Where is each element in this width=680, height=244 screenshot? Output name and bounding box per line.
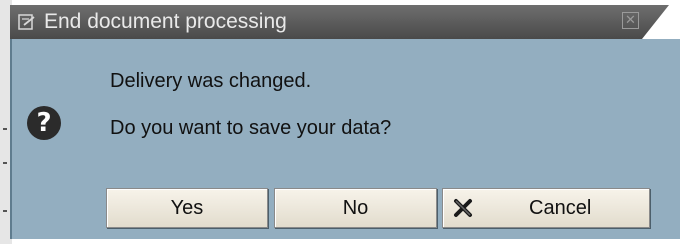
background-tick: [3, 210, 7, 212]
background-tick: [3, 162, 7, 164]
dialog-body: ? Delivery was changed. Do you want to s…: [10, 39, 680, 239]
no-button[interactable]: No: [274, 188, 437, 228]
end-processing-dialog: End document processing ✕ ? Delivery was…: [10, 5, 680, 239]
dialog-title: End document processing: [44, 10, 287, 33]
yes-button-label: Yes: [170, 197, 204, 219]
background-tick: [3, 128, 7, 130]
cancel-x-icon: [454, 199, 472, 217]
cancel-button[interactable]: Cancel: [442, 188, 650, 228]
screen: End document processing ✕ ? Delivery was…: [0, 0, 680, 244]
message-line-1: Delivery was changed.: [110, 70, 312, 92]
no-button-label: No: [342, 197, 369, 219]
close-icon[interactable]: ✕: [622, 12, 639, 29]
yes-button[interactable]: Yes: [106, 188, 268, 228]
question-icon: ?: [27, 106, 61, 140]
edit-document-icon: [18, 14, 35, 30]
dialog-titlebar[interactable]: End document processing ✕: [10, 5, 669, 39]
message-line-2: Do you want to save your data?: [110, 117, 392, 139]
cancel-button-label: Cancel: [529, 197, 592, 219]
